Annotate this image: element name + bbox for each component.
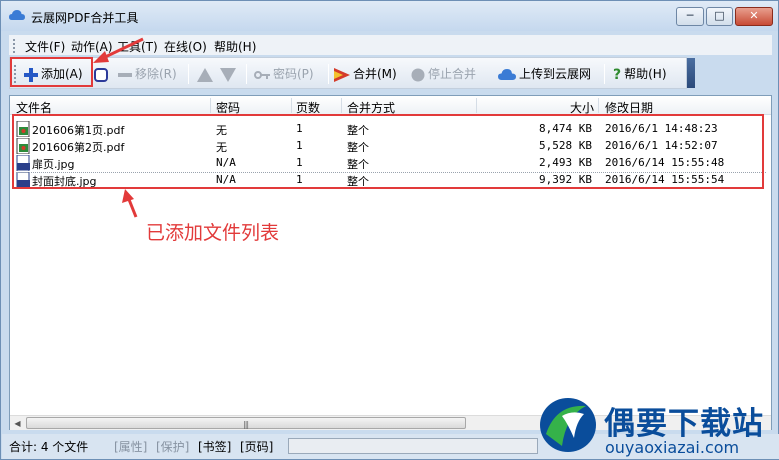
status-properties[interactable]: [属性] [114, 438, 147, 455]
scroll-left-arrow[interactable]: ◀ [10, 416, 25, 431]
menu-grip [13, 39, 15, 53]
help-label: 帮助(H) [624, 67, 667, 81]
column-divider[interactable] [476, 98, 477, 113]
password-label: 密码(P) [273, 67, 314, 81]
minus-icon [118, 72, 132, 77]
file-list-highlight [12, 114, 764, 189]
menu-action[interactable]: 动作(A) [71, 38, 113, 55]
square-icon [94, 67, 108, 82]
stop-merge-button[interactable]: 停止合并 [411, 65, 476, 83]
remove-button[interactable]: 移除(R) [118, 65, 177, 83]
close-button[interactable]: ✕ [735, 7, 773, 26]
status-protect[interactable]: [保护] [156, 438, 189, 455]
list-header: 文件名 密码 页数 合并方式 大小 修改日期 [10, 96, 771, 115]
column-divider[interactable] [291, 98, 292, 113]
password-button[interactable]: 密码(P) [254, 65, 314, 83]
properties-toggle-button[interactable] [94, 65, 111, 83]
key-icon [254, 70, 270, 79]
cloud-upload-icon [498, 69, 516, 80]
status-pagecode[interactable]: [页码] [240, 438, 273, 455]
menu-file[interactable]: 文件(F) [25, 38, 65, 55]
stop-merge-label: 停止合并 [428, 67, 477, 81]
scroll-thumb[interactable]: ||| [26, 417, 466, 429]
minimize-button[interactable]: ─ [676, 7, 704, 26]
watermark-logo [540, 398, 596, 452]
toolbar-separator [328, 64, 329, 84]
title-bar: 云展网PDF合并工具 ─ □ ✕ [1, 1, 778, 31]
column-divider[interactable] [341, 98, 342, 113]
move-down-button[interactable] [220, 65, 239, 83]
column-divider[interactable] [598, 98, 599, 113]
menu-online[interactable]: 在线(O) [164, 38, 207, 55]
merge-progress-bar [288, 438, 538, 454]
add-button-highlight [10, 57, 93, 87]
triangle-down-icon [220, 67, 236, 82]
annotation-label: 已添加文件列表 [146, 222, 280, 244]
menu-help[interactable]: 帮助(H) [214, 38, 256, 55]
toolbar-separator [246, 64, 247, 84]
cloud-icon [9, 10, 25, 20]
move-up-button[interactable] [197, 65, 216, 83]
stop-circle-icon [411, 68, 425, 81]
status-total: 合计: 4 个文件 [9, 440, 89, 454]
remove-label: 移除(R) [135, 67, 177, 81]
watermark-url: ouyaoxiazai.com [605, 438, 740, 457]
status-bookmark[interactable]: [书签] [198, 438, 231, 455]
watermark-brand: 偶要下载站 [604, 406, 764, 442]
window-title: 云展网PDF合并工具 [31, 11, 139, 25]
question-icon: ? [613, 66, 622, 83]
scroll-thumb-grip: ||| [243, 420, 249, 429]
upload-label: 上传到云展网 [519, 67, 592, 81]
upload-button[interactable]: 上传到云展网 [498, 65, 591, 83]
toolbar-overflow-chevron[interactable] [687, 58, 695, 88]
toolbar-separator [604, 64, 605, 84]
merge-label: 合并(M) [353, 67, 397, 81]
merge-button[interactable]: 合并(M) [334, 65, 397, 83]
toolbar-separator [188, 64, 189, 84]
help-button[interactable]: ? 帮助(H) [613, 65, 667, 83]
column-divider[interactable] [210, 98, 211, 113]
toolbar: 添加(A) 移除(R) 密码(P) 合并(M) 停止合并 上传到云展网 ? 帮助… [9, 57, 687, 89]
triangle-up-icon [197, 67, 213, 82]
menu-tools[interactable]: 工具(T) [117, 38, 158, 55]
merge-flag-icon [334, 67, 350, 82]
maximize-button[interactable]: □ [706, 7, 733, 26]
app-window: 云展网PDF合并工具 ─ □ ✕ 文件(F) 动作(A) 工具(T) 在线(O)… [0, 0, 779, 460]
menu-bar: 文件(F) 动作(A) 工具(T) 在线(O) 帮助(H) [9, 35, 772, 55]
